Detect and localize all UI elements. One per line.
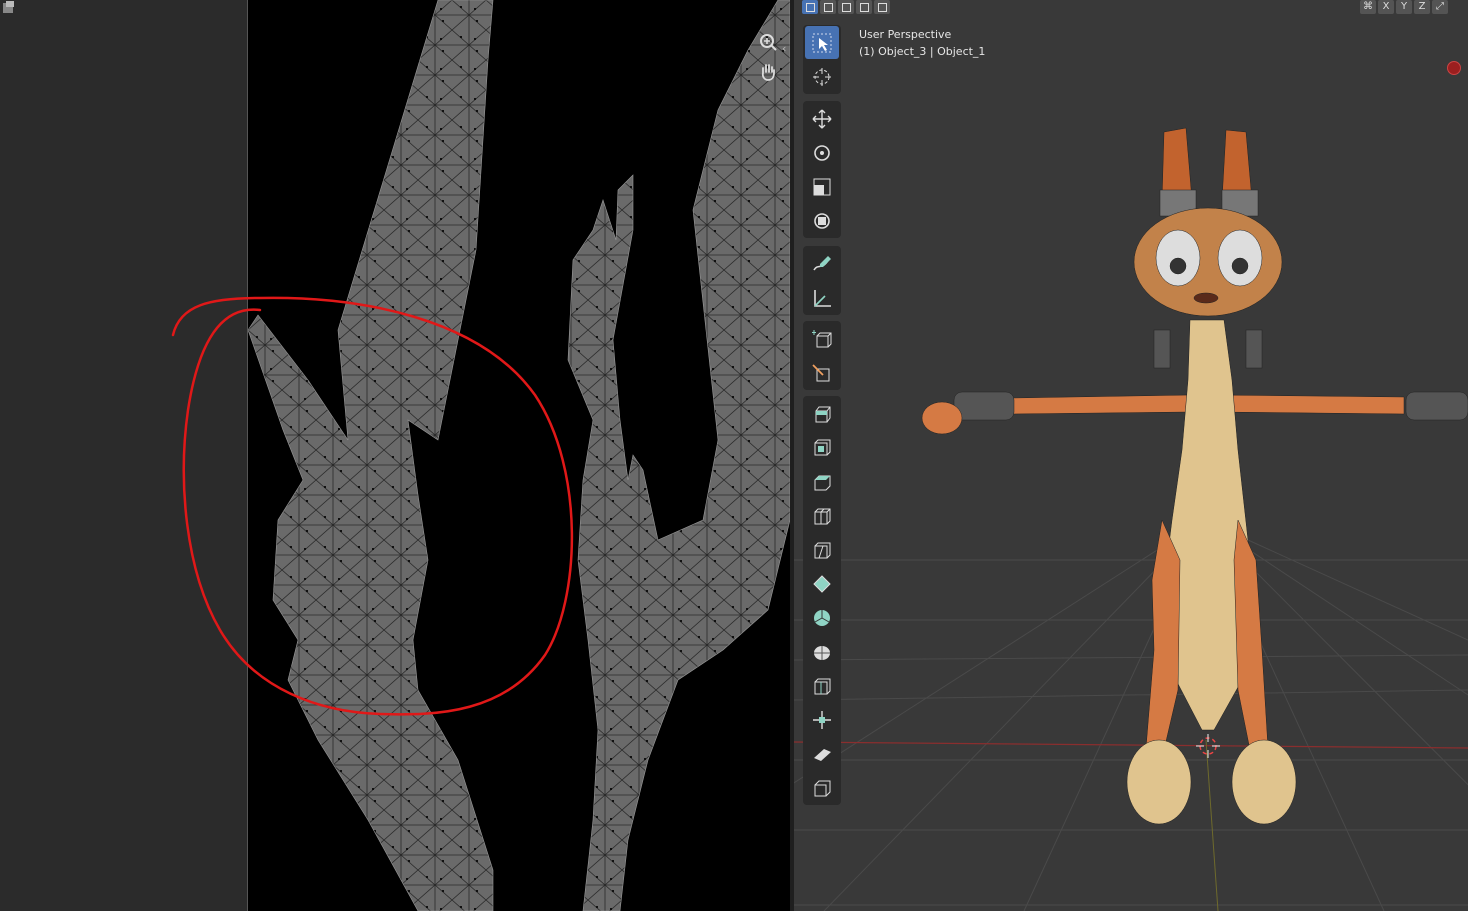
tool-poly-build[interactable] bbox=[805, 567, 839, 600]
record-icon[interactable] bbox=[1447, 61, 1461, 75]
active-object-label: (1) Object_3 | Object_1 bbox=[859, 45, 986, 58]
tool-shrink-fatten[interactable] bbox=[805, 703, 839, 736]
tool-cursor[interactable] bbox=[805, 60, 839, 93]
zoom-icon[interactable] bbox=[758, 32, 778, 52]
toolbar-group-transform bbox=[803, 101, 841, 238]
measure-icon bbox=[814, 289, 831, 307]
view-name-label: User Perspective bbox=[859, 28, 952, 41]
smooth-icon bbox=[814, 645, 830, 660]
move-icon bbox=[812, 109, 832, 128]
toolbar-group-add bbox=[803, 321, 841, 390]
tool-annotate[interactable] bbox=[805, 247, 839, 280]
spin-icon bbox=[814, 609, 830, 626]
annotate-icon bbox=[813, 255, 831, 270]
tool-measure[interactable] bbox=[805, 281, 839, 314]
pan-hand-icon[interactable] bbox=[758, 62, 778, 82]
tool-shear[interactable] bbox=[805, 737, 839, 770]
knife-icon bbox=[814, 542, 831, 558]
extrude-icon bbox=[815, 406, 831, 422]
axis-z-button[interactable]: Z bbox=[1414, 0, 1430, 14]
inset-icon bbox=[814, 439, 831, 455]
edge-slide-icon bbox=[814, 678, 831, 694]
tool-rip[interactable] bbox=[805, 771, 839, 804]
viewport-scene bbox=[794, 127, 1468, 911]
editor-type-icon[interactable] bbox=[0, 0, 18, 16]
tool-loop-cut[interactable] bbox=[805, 499, 839, 532]
uv-island-left bbox=[248, 0, 494, 911]
tool-move[interactable] bbox=[805, 102, 839, 135]
x-axis-line bbox=[794, 741, 1468, 749]
transform-icon bbox=[814, 212, 830, 229]
uv-island-right bbox=[567, 0, 790, 911]
tool-edge-slide[interactable] bbox=[805, 669, 839, 702]
tool-knife[interactable] bbox=[805, 533, 839, 566]
select-extend-button[interactable] bbox=[820, 0, 836, 14]
select-intersect-button[interactable] bbox=[874, 0, 890, 14]
tool-spin[interactable] bbox=[805, 601, 839, 634]
select-subtract-button[interactable] bbox=[838, 0, 854, 14]
add-cube-icon bbox=[812, 329, 832, 347]
y-axis-line bbox=[1205, 739, 1219, 911]
tool-rotate[interactable] bbox=[805, 136, 839, 169]
tool-add-cube[interactable] bbox=[805, 322, 839, 355]
tool-select-box[interactable] bbox=[805, 26, 839, 59]
shear-icon bbox=[814, 748, 831, 761]
rotate-icon bbox=[814, 144, 830, 161]
tool-knife-project[interactable] bbox=[805, 356, 839, 389]
toolbar-group-annotate bbox=[803, 246, 841, 315]
tool-inset[interactable] bbox=[805, 431, 839, 464]
poly-build-icon bbox=[813, 574, 831, 593]
shrink-fatten-icon bbox=[813, 710, 831, 729]
scale-icon bbox=[813, 178, 831, 195]
uv-editor-sidebar bbox=[0, 0, 248, 911]
mirror-axis-buttons: ⌘ X Y Z ⤢ bbox=[1360, 0, 1448, 14]
character-mesh bbox=[921, 127, 1468, 825]
mirror-icon[interactable]: ⌘ bbox=[1360, 0, 1376, 14]
axis-y-button[interactable]: Y bbox=[1396, 0, 1412, 14]
tool-scale[interactable] bbox=[805, 170, 839, 203]
uv-editor-canvas[interactable] bbox=[248, 0, 790, 911]
knife-project-icon bbox=[812, 363, 830, 381]
tool-transform[interactable] bbox=[805, 204, 839, 237]
select-new-button[interactable] bbox=[802, 0, 818, 14]
toolbar-group-select bbox=[803, 25, 841, 94]
tool-smooth[interactable] bbox=[805, 635, 839, 668]
select-box-icon bbox=[812, 33, 832, 52]
3d-viewport[interactable] bbox=[794, 0, 1468, 911]
maximize-icon[interactable]: ⤢ bbox=[1432, 0, 1448, 14]
axis-x-button[interactable]: X bbox=[1378, 0, 1394, 14]
floor-grid bbox=[794, 519, 1468, 911]
tool-bevel[interactable] bbox=[805, 465, 839, 498]
select-mode-buttons bbox=[802, 0, 890, 14]
cursor-icon bbox=[813, 67, 831, 86]
toolbar-group-edit bbox=[803, 396, 841, 805]
bevel-icon bbox=[814, 475, 831, 490]
loop-cut-icon bbox=[814, 508, 831, 524]
tool-extrude[interactable] bbox=[805, 397, 839, 430]
select-invert-button[interactable] bbox=[856, 0, 872, 14]
rip-icon bbox=[814, 780, 831, 796]
uv-island-mesh bbox=[248, 0, 790, 911]
